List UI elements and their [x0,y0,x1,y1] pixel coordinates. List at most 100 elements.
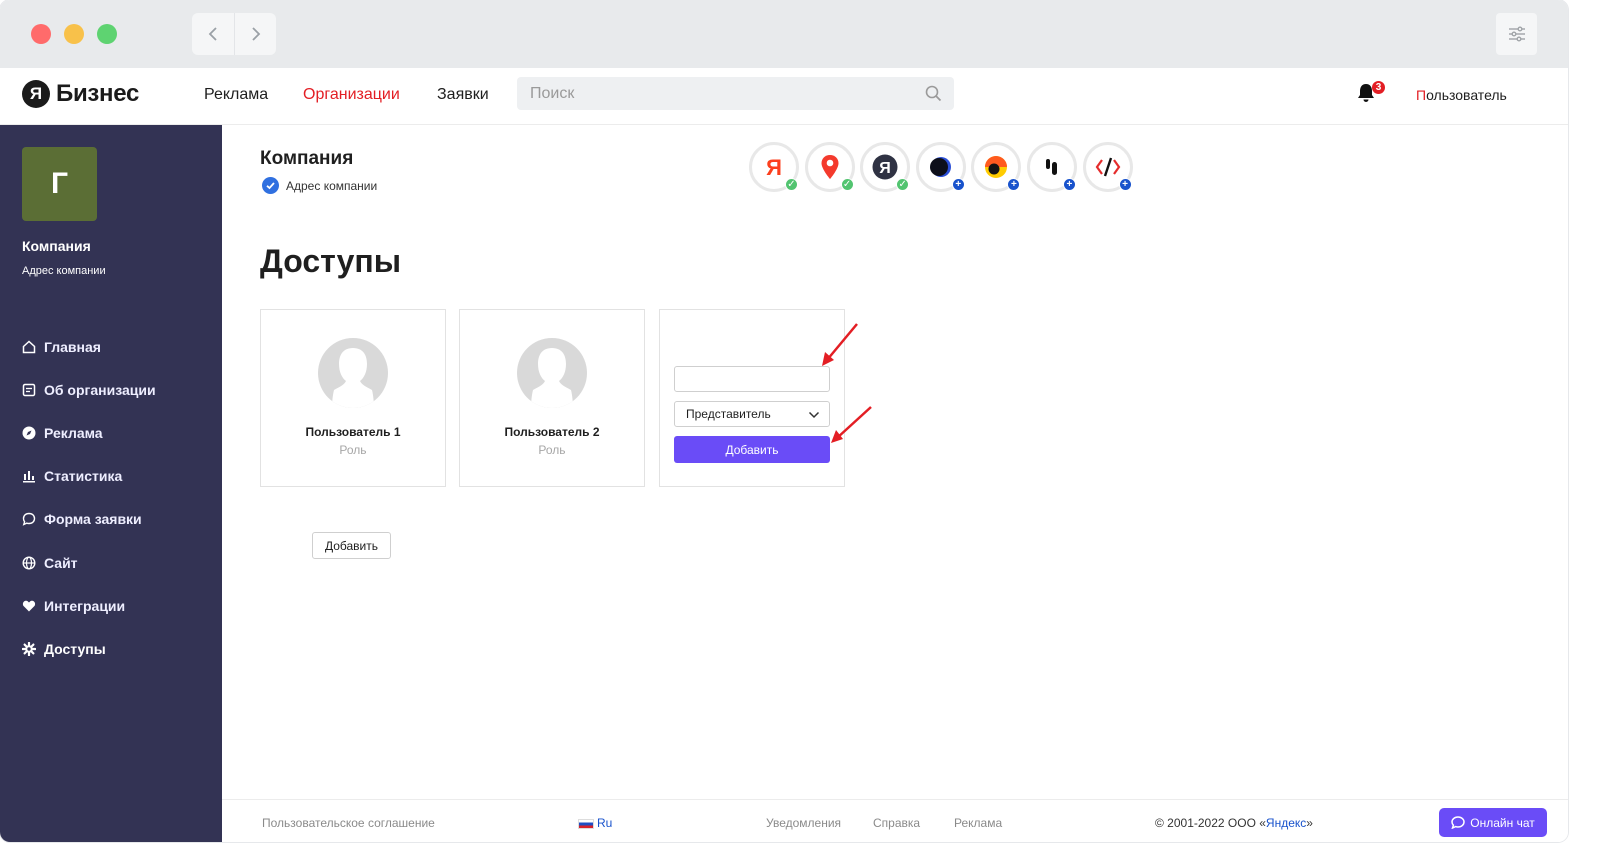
service-orange[interactable]: + [971,142,1022,192]
sidebar-item-label: Форма заявки [44,511,142,528]
minimize-window-button[interactable] [64,24,84,44]
close-window-button[interactable] [31,24,51,44]
service-maps[interactable]: ✓ [804,142,855,192]
nav-link-requests[interactable]: Заявки [437,86,489,104]
user-card[interactable]: Пользователь 1 Роль [260,309,446,487]
top-navigation: Я Бизнес Реклама Организации Заявки 3 По… [0,68,1568,125]
user-link-rest: ользователь [1426,87,1507,103]
heart-icon [22,599,36,613]
yandex-ya-icon: Я [766,155,782,179]
user-role: Роль [339,443,367,457]
maximize-window-button[interactable] [97,24,117,44]
yandex-link[interactable]: Яндекс [1266,816,1306,830]
user-name: Пользователь 2 [504,425,600,439]
search-input[interactable] [517,77,954,110]
sidebar-item-label: Интеграции [44,597,126,614]
service-code-tools[interactable]: + [1082,142,1133,192]
connected-check-icon: ✓ [896,178,910,191]
company-title: Компания [260,148,354,169]
add-service-plus-icon: + [1118,178,1132,191]
user-role: Роль [538,443,566,457]
nav-link-organizations[interactable]: Организации [303,86,400,104]
user-card[interactable]: Пользователь 2 Роль [459,309,645,487]
company-avatar: Г [22,147,97,221]
copyright: © 2001-2022 ООО «Яндекс» [1155,816,1313,830]
service-yandex[interactable]: Я ✓ [749,142,799,192]
chevron-left-icon [208,27,217,41]
svg-text:Я: Я [766,155,782,179]
footer-link-help[interactable]: Справка [873,816,920,830]
browser-window: Я Бизнес Реклама Организации Заявки 3 По… [0,0,1568,842]
user-avatar-placeholder [318,338,388,408]
user-agreement-link[interactable]: Пользовательское соглашение [262,816,435,830]
back-button[interactable] [192,13,234,55]
page-title: Доступы [260,243,402,279]
annotation-arrows [822,323,872,443]
window-titlebar [0,0,1568,68]
role-select[interactable]: Представитель [674,401,830,427]
service-yandex-dark[interactable]: Я ✓ [860,142,911,192]
role-select-value: Представитель [686,407,771,421]
sidebar-company-name: Компания [22,238,91,254]
copyright-prefix: © 2001-2022 ООО « [1155,816,1266,830]
online-chat-button[interactable]: Онлайн чат [1439,808,1547,837]
copyright-suffix: » [1306,816,1313,830]
nav-link-ads[interactable]: Реклама [204,86,268,104]
sidebar-company-address: Адрес компании [22,265,106,277]
sidebar-item-label: Сайт [44,554,78,571]
user-menu-link[interactable]: Пользователь [1416,87,1507,103]
russia-flag-icon [578,818,594,829]
search-box [517,77,954,110]
code-tools-icon [1095,157,1120,177]
sidebar-item-home[interactable]: Главная [22,325,156,368]
user-name: Пользователь 1 [305,425,401,439]
connected-check-icon: ✓ [840,178,854,191]
sidebar-item-access[interactable]: Доступы [22,627,156,670]
globe-icon [22,556,36,570]
sidebar-item-label: Главная [44,338,101,355]
footer-link-notifications[interactable]: Уведомления [766,816,841,830]
verified-check-icon [262,177,279,194]
add-user-button[interactable]: Добавить [674,436,830,463]
online-chat-label: Онлайн чат [1470,815,1535,830]
sidebar-item-label: Об организации [44,381,156,398]
chat-bubble-icon [22,512,36,527]
logo-text: Бизнес [56,80,140,107]
forward-button[interactable] [234,13,276,55]
history-nav [192,13,276,55]
compass-icon [22,426,36,440]
sidebar-item-stats[interactable]: Статистика [22,455,156,498]
notification-count-badge: 3 [1372,81,1385,94]
sidebar-item-request-form[interactable]: Форма заявки [22,498,156,541]
connected-check-icon: ✓ [785,178,798,191]
add-service-plus-icon: + [951,178,965,191]
search-icon[interactable] [925,85,942,102]
settings-button[interactable] [1496,13,1537,55]
sidebar-item-ads[interactable]: Реклама [22,411,156,454]
new-user-login-input[interactable] [674,366,830,392]
add-access-button[interactable]: Добавить [312,532,391,559]
language-switch[interactable]: Ru [578,816,612,830]
sidebar-item-label: Доступы [44,640,106,657]
footer-link-ads[interactable]: Реклама [954,816,1002,830]
user-avatar-placeholder [517,338,587,408]
chat-icon [1451,816,1466,829]
dark-moon-icon [929,157,951,177]
sidebar-menu: Главная Об организации Реклама Статистик… [22,325,156,671]
sidebar-item-integrations[interactable]: Интеграции [22,584,156,627]
service-dark-moon[interactable]: + [915,142,966,192]
service-quote[interactable]: + [1026,142,1077,192]
yandex-business-logo[interactable]: Я Бизнес [22,80,139,108]
sidebar-item-label: Статистика [44,468,123,485]
maps-pin-icon [821,155,839,179]
sliders-icon [1508,26,1525,42]
user-link-first-letter: П [1416,87,1427,103]
logo-mark: Я [22,80,50,108]
services-row: Я ✓ ✓ Я ✓ + + + + [749,142,1138,192]
add-service-plus-icon: + [1062,178,1076,191]
chevron-right-icon [251,27,260,41]
svg-text:Я: Я [879,160,891,177]
sidebar-item-site[interactable]: Сайт [22,541,156,584]
sidebar-item-about[interactable]: Об организации [22,368,156,411]
company-address: Адрес компании [262,177,377,194]
